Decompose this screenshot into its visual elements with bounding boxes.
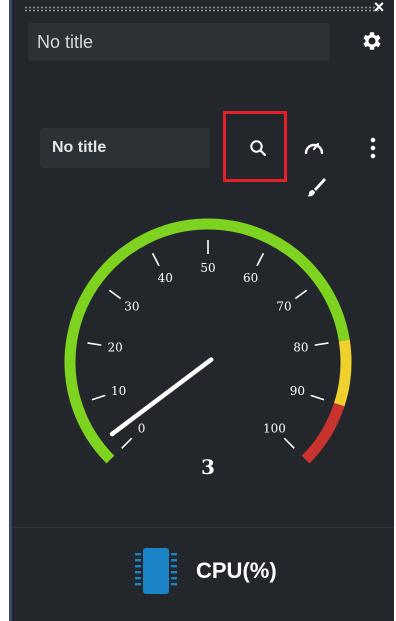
gauge-tick-label: 20 <box>108 340 123 354</box>
gauge-tick-label: 100 <box>263 421 286 435</box>
gauge-band-2 <box>301 402 345 464</box>
gauge-tick <box>294 289 308 300</box>
gauge-tick <box>310 394 325 401</box>
gauge-tick <box>121 437 133 449</box>
gauge-tick-label: 30 <box>124 300 139 314</box>
footer-divider <box>12 527 394 528</box>
gauge-tick <box>151 252 160 267</box>
gauge-tick-label: 80 <box>293 340 308 354</box>
gauge-tick <box>91 394 106 401</box>
cpu-chip-icon <box>135 548 177 594</box>
gauge-tick <box>256 252 265 267</box>
metric-label: CPU(%) <box>196 558 277 583</box>
gauge-needle <box>109 357 214 437</box>
gauge-tick <box>108 289 122 300</box>
gauge-value: 3 <box>201 455 215 479</box>
gauge-tick-label: 40 <box>158 271 173 285</box>
gauge-tick <box>87 342 102 346</box>
left-edge <box>0 0 9 621</box>
gauge-tick-label: 60 <box>243 271 258 285</box>
gauge-tick-label: 0 <box>138 421 146 435</box>
gauge-band-1 <box>333 339 352 407</box>
gauge-tick-label: 70 <box>276 300 291 314</box>
gauge-tick-label: 10 <box>111 384 126 398</box>
gauge-tick-label: 50 <box>200 261 215 275</box>
speed-gauge: 0 10 20 30 40 50 60 70 80 90 100 <box>64 218 352 464</box>
gauge-widget-panel: × No title 01020304050 <box>12 0 394 621</box>
gauge-tick <box>314 342 329 346</box>
gauge-tick-label: 90 <box>290 384 305 398</box>
gauge-tick <box>283 437 295 449</box>
